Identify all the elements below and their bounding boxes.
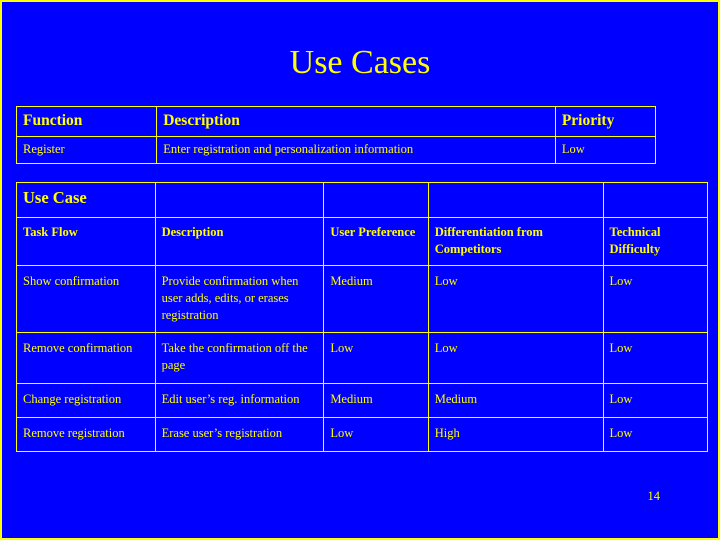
cell-description: Take the confirmation off the page: [154, 332, 325, 385]
cell-technical-difficulty: Low: [602, 264, 709, 334]
band-cell-5: [602, 182, 709, 218]
function-summary-table: Function Description Priority Register E…: [15, 106, 657, 164]
cell-technical-difficulty: Low: [602, 417, 709, 452]
cell-differentiation: Medium: [427, 383, 604, 418]
cell-user-preference: Medium: [323, 264, 429, 334]
band-cell-3: [323, 182, 429, 218]
column-header-user-preference: User Preference: [323, 217, 429, 266]
column-header-function: Function: [15, 106, 158, 137]
column-header-description: Description: [156, 106, 556, 137]
cell-description: Erase user’s registration: [154, 417, 325, 452]
cell-description: Edit user’s reg. information: [154, 383, 325, 418]
cell-differentiation: Low: [427, 264, 604, 334]
table-row: Show confirmation Provide confirmation w…: [16, 264, 709, 334]
slide: Use Cases Function Description Priority …: [0, 0, 720, 540]
cell-description: Provide confirmation when user adds, edi…: [154, 264, 325, 334]
band-cell-4: [427, 182, 604, 218]
use-case-table: Use Case Task Flow Description User Pref…: [16, 182, 709, 452]
cell-user-preference: Low: [323, 417, 429, 452]
table-row: Remove registration Erase user’s registr…: [16, 417, 709, 452]
cell-task-flow: Show confirmation: [16, 264, 156, 334]
cell-task-flow: Change registration: [16, 383, 156, 418]
cell-technical-difficulty: Low: [602, 383, 709, 418]
column-header-description: Description: [154, 217, 325, 266]
cell-technical-difficulty: Low: [602, 332, 709, 385]
cell-user-preference: Low: [323, 332, 429, 385]
table-row: Change registration Edit user’s reg. inf…: [16, 383, 709, 418]
cell-user-preference: Medium: [323, 383, 429, 418]
column-header-technical-difficulty: Technical Difficulty: [602, 217, 709, 266]
table-header-row: Task Flow Description User Preference Di…: [16, 217, 709, 266]
table-row: Remove confirmation Take the confirmatio…: [16, 332, 709, 385]
page-title: Use Cases: [289, 44, 431, 81]
table-header-row: Function Description Priority: [15, 106, 657, 137]
column-header-priority: Priority: [554, 106, 657, 137]
cell-differentiation: Low: [427, 332, 604, 385]
cell-task-flow: Remove registration: [16, 417, 156, 452]
use-case-label: Use Case: [16, 182, 156, 218]
table-row: Register Enter registration and personal…: [15, 136, 657, 164]
column-header-task-flow: Task Flow: [16, 217, 156, 266]
cell-description: Enter registration and personalization i…: [156, 136, 556, 164]
cell-priority: Low: [554, 136, 657, 164]
use-case-band-row: Use Case: [16, 182, 709, 218]
column-header-differentiation: Differentiation from Competitors: [427, 217, 604, 266]
cell-function: Register: [15, 136, 158, 164]
cell-task-flow: Remove confirmation: [16, 332, 156, 385]
band-cell-2: [154, 182, 325, 218]
cell-differentiation: High: [427, 417, 604, 452]
page-number: 14: [647, 489, 661, 503]
